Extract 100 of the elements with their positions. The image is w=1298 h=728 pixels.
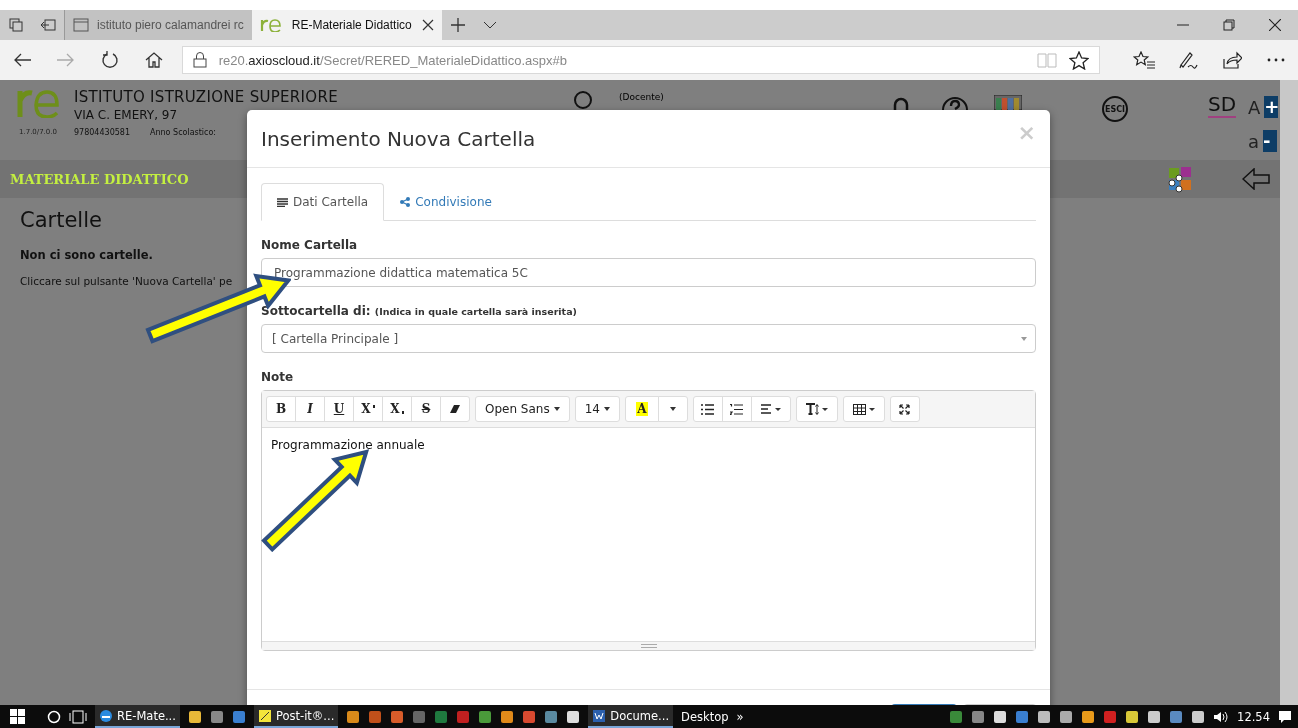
help-icon[interactable] (942, 94, 968, 110)
app-icon[interactable] (231, 709, 246, 724)
chevron-down-icon[interactable] (482, 21, 497, 29)
back-arrow-icon[interactable] (1242, 168, 1270, 190)
italic-button[interactable]: I (295, 396, 325, 422)
back-icon[interactable] (12, 53, 31, 67)
dialog-tab[interactable]: Condivisione (384, 183, 508, 221)
clock-text[interactable]: 12.54 (1237, 709, 1270, 724)
table-button[interactable] (843, 396, 885, 422)
field-label: Sottocartella di: (Indica in quale cartella sarà inserita) (261, 304, 578, 318)
resize-grip-icon[interactable] (640, 644, 657, 648)
align-icon (761, 404, 781, 414)
more-toolbar-button[interactable]: » (736, 709, 744, 724)
caret-icon (1021, 336, 1027, 341)
school-year-label: Anno Scolastico: (150, 128, 217, 137)
favorite-star-icon[interactable] (1069, 50, 1090, 70)
site-logo-icon (16, 88, 60, 118)
close-icon[interactable] (1269, 19, 1281, 31)
task-view-icon[interactable] (69, 709, 87, 724)
subscript-button[interactable]: X (382, 396, 412, 422)
underline-button[interactable]: U (324, 396, 354, 422)
font-decrease-button[interactable]: - (1263, 130, 1278, 152)
bullet-list-icon (701, 403, 715, 415)
numbered-list-icon (730, 403, 744, 415)
favorites-list-icon[interactable] (1133, 51, 1156, 69)
app-icon[interactable] (209, 709, 224, 724)
bullet-list-button[interactable] (693, 396, 723, 422)
tray-icon[interactable] (971, 709, 986, 724)
parent-folder-select[interactable]: [ Cartella Principale ] (261, 324, 1036, 353)
tray-icon[interactable] (1125, 709, 1140, 724)
folder-name-field[interactable]: Programmazione didattica matematica 5C (261, 258, 1036, 287)
windows-start-icon[interactable] (10, 709, 25, 724)
lines-icon (277, 197, 288, 207)
new-tab-icon[interactable] (450, 18, 465, 32)
notifications-icon[interactable] (1278, 709, 1292, 724)
caret-icon (604, 407, 610, 411)
sd-logo: SD (1208, 92, 1237, 118)
dropdown-button[interactable]: 14 (574, 396, 620, 422)
volume-icon[interactable] (1213, 710, 1230, 723)
eraser-icon (450, 404, 460, 414)
tray-icon[interactable] (1037, 709, 1052, 724)
school-code: 97804430581 (74, 128, 130, 137)
empty-message: Non ci sono cartelle. (20, 248, 154, 262)
numbered-list-button[interactable] (722, 396, 752, 422)
apps-grid-icon[interactable] (994, 95, 1022, 110)
font-increase-button[interactable]: + (1264, 96, 1279, 118)
site-logo-icon (259, 18, 282, 32)
app-icon[interactable] (478, 709, 493, 724)
tray-icon[interactable] (1059, 709, 1074, 724)
dropdown-button[interactable]: Open Sans (475, 396, 570, 422)
page-icon (73, 18, 89, 32)
clear-format-button[interactable] (440, 396, 470, 422)
home-icon[interactable] (144, 52, 163, 68)
tray-icon[interactable] (1081, 709, 1096, 724)
search-icon[interactable] (47, 709, 61, 724)
app-icon[interactable] (346, 709, 361, 724)
puzzle-share-icon[interactable] (1166, 165, 1194, 193)
section-title: MATERIALE DIDATTICO (10, 171, 190, 187)
field-label: Note (261, 370, 295, 384)
fullscreen-icon (899, 403, 911, 415)
tabs-aside-icon[interactable] (9, 18, 23, 32)
field-label: Nome Cartella (261, 238, 359, 252)
line-height-button[interactable] (796, 396, 838, 422)
close-icon[interactable] (421, 19, 434, 31)
restore-icon[interactable] (1223, 19, 1235, 31)
app-icon[interactable] (544, 709, 559, 724)
browser-tab[interactable]: RE-Materiale Didattico (251, 10, 442, 40)
app-icon[interactable] (368, 709, 383, 724)
taskbar-app[interactable]: RE-Mate... (95, 705, 180, 728)
refresh-icon[interactable] (100, 51, 119, 69)
bold-button[interactable]: B (266, 396, 296, 422)
logout-button[interactable]: ESCI (1102, 96, 1128, 122)
caret-icon (670, 407, 676, 411)
word-icon (592, 708, 607, 723)
browser-tab[interactable]: istituto piero calamandrei rc (64, 10, 252, 40)
pen-icon[interactable] (1178, 51, 1199, 69)
note-icon (257, 708, 272, 723)
align-button[interactable] (751, 396, 791, 422)
font-size-label: a (1248, 130, 1260, 152)
taskbar-app[interactable]: Docume... (588, 705, 674, 728)
dialog-title: Inserimento Nuova Cartella (261, 126, 536, 151)
share-icon (400, 197, 411, 207)
app-icon[interactable] (390, 709, 405, 724)
color-dropdown-button[interactable] (658, 396, 688, 422)
note-editor[interactable]: Programmazione annuale (262, 428, 1035, 641)
tab-restore-icon[interactable] (40, 19, 56, 31)
more-icon[interactable] (1266, 58, 1285, 62)
scrollbar[interactable] (1280, 80, 1298, 705)
fullscreen-button[interactable] (890, 396, 920, 422)
superscript-button[interactable]: X (353, 396, 383, 422)
caret-icon (553, 407, 560, 411)
strikethrough-button[interactable]: S (411, 396, 441, 422)
share-icon[interactable] (1222, 51, 1243, 69)
taskbar-app[interactable]: Post-it®... (253, 705, 339, 728)
user-role: (Docente) (619, 92, 664, 102)
font-size-label: A (1248, 96, 1261, 118)
dialog-tab[interactable]: Dati Cartella (261, 183, 385, 221)
highlight-button[interactable]: A (625, 396, 659, 422)
tray-icon[interactable] (1147, 709, 1162, 724)
desktop-toolbar-label[interactable]: Desktop (681, 709, 729, 724)
